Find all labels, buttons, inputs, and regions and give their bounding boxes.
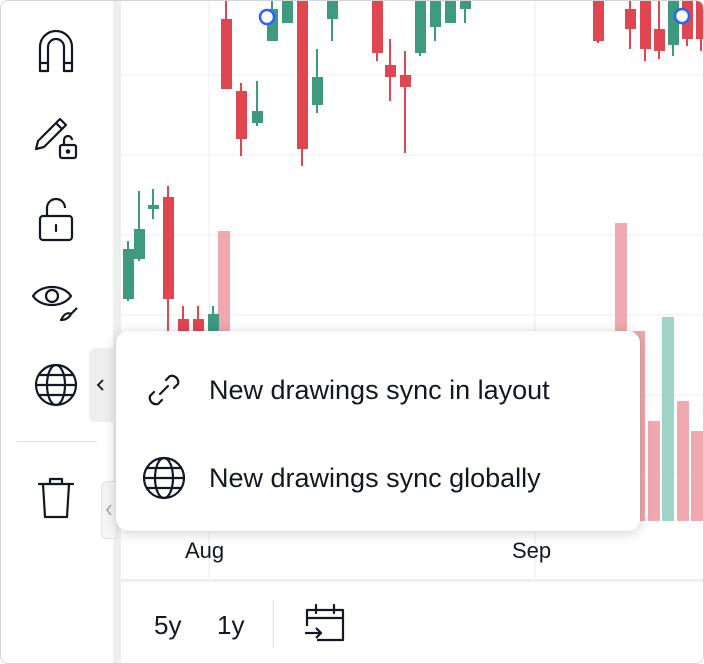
drawing-toolbar bbox=[1, 1, 113, 663]
globe-icon bbox=[34, 363, 78, 407]
candle-body bbox=[236, 91, 247, 139]
candle-body bbox=[327, 1, 338, 19]
candle-body bbox=[252, 111, 263, 123]
x-axis-label-aug: Aug bbox=[185, 538, 225, 563]
candle-body bbox=[445, 1, 456, 23]
candle-body bbox=[640, 1, 651, 49]
magnet-icon bbox=[38, 29, 74, 73]
link-icon bbox=[140, 346, 188, 434]
drawing-markers bbox=[258, 7, 691, 26]
candle-body bbox=[625, 9, 636, 29]
chevron-left-icon bbox=[96, 379, 104, 391]
range-5y-button[interactable]: 5y bbox=[154, 605, 181, 645]
globe-icon bbox=[140, 434, 188, 522]
candle-body bbox=[148, 205, 159, 209]
bottom-divider bbox=[273, 600, 274, 648]
drawing-marker bbox=[673, 7, 691, 25]
goto-date-button[interactable] bbox=[295, 597, 355, 649]
candle-body bbox=[208, 314, 219, 331]
drawing-marker bbox=[258, 8, 276, 26]
trash-icon bbox=[37, 477, 75, 519]
candle-body bbox=[178, 319, 189, 331]
candle-body bbox=[654, 29, 665, 51]
candle-body bbox=[593, 1, 604, 41]
candle-body bbox=[372, 1, 383, 53]
menu-item-label: New drawings sync globally bbox=[209, 462, 541, 493]
candle-body bbox=[123, 249, 134, 299]
candle-body bbox=[282, 1, 293, 23]
candle-body bbox=[400, 75, 411, 87]
candle-body bbox=[430, 1, 441, 27]
candle-body bbox=[297, 1, 308, 149]
sync-drawings-menu: New drawings sync in layout New drawings… bbox=[116, 331, 640, 531]
candle-body bbox=[668, 1, 679, 45]
toolbar-border bbox=[113, 1, 121, 663]
calendar-arrow-icon bbox=[305, 603, 345, 642]
bottom-toolbar bbox=[121, 582, 703, 663]
volume-bar bbox=[691, 431, 703, 521]
candle-body bbox=[460, 1, 471, 9]
hide-drawings-button[interactable] bbox=[23, 271, 89, 327]
remove-drawings-button[interactable] bbox=[23, 469, 89, 525]
pencil-lock-icon bbox=[34, 117, 78, 160]
candle-body bbox=[385, 65, 396, 77]
menu-item-sync-in-layout[interactable]: New drawings sync in layout bbox=[116, 346, 640, 434]
candle-body bbox=[163, 197, 174, 299]
candle-body bbox=[134, 229, 145, 259]
volume-bar bbox=[648, 421, 660, 521]
volume-bar bbox=[677, 401, 689, 521]
lock-drawings-edit-button[interactable] bbox=[23, 107, 89, 163]
toolbar-collapse-handle[interactable] bbox=[101, 481, 117, 539]
app-frame: Aug Sep 5y 1y New drawings sync in layou… bbox=[0, 0, 704, 664]
lock-open-icon bbox=[38, 197, 74, 242]
menu-item-label: New drawings sync in layout bbox=[209, 374, 550, 405]
range-1y-button[interactable]: 1y bbox=[217, 605, 244, 645]
sync-drawings-button[interactable] bbox=[23, 357, 89, 413]
volume-bar bbox=[662, 317, 674, 521]
menu-item-sync-globally[interactable]: New drawings sync globally bbox=[116, 434, 640, 522]
candle-body bbox=[312, 77, 323, 105]
candle-body bbox=[696, 1, 703, 39]
lock-all-drawings-button[interactable] bbox=[23, 191, 89, 247]
collapse-submenu-button[interactable] bbox=[89, 348, 113, 422]
candle-body bbox=[221, 19, 232, 89]
candle-body bbox=[415, 1, 426, 53]
magnet-button[interactable] bbox=[23, 23, 89, 79]
x-axis-label-sep: Sep bbox=[512, 538, 552, 563]
candle-body bbox=[193, 319, 204, 331]
chevron-left-icon bbox=[106, 504, 112, 516]
eye-pen-icon bbox=[31, 285, 78, 322]
toolbar-divider bbox=[17, 441, 97, 442]
